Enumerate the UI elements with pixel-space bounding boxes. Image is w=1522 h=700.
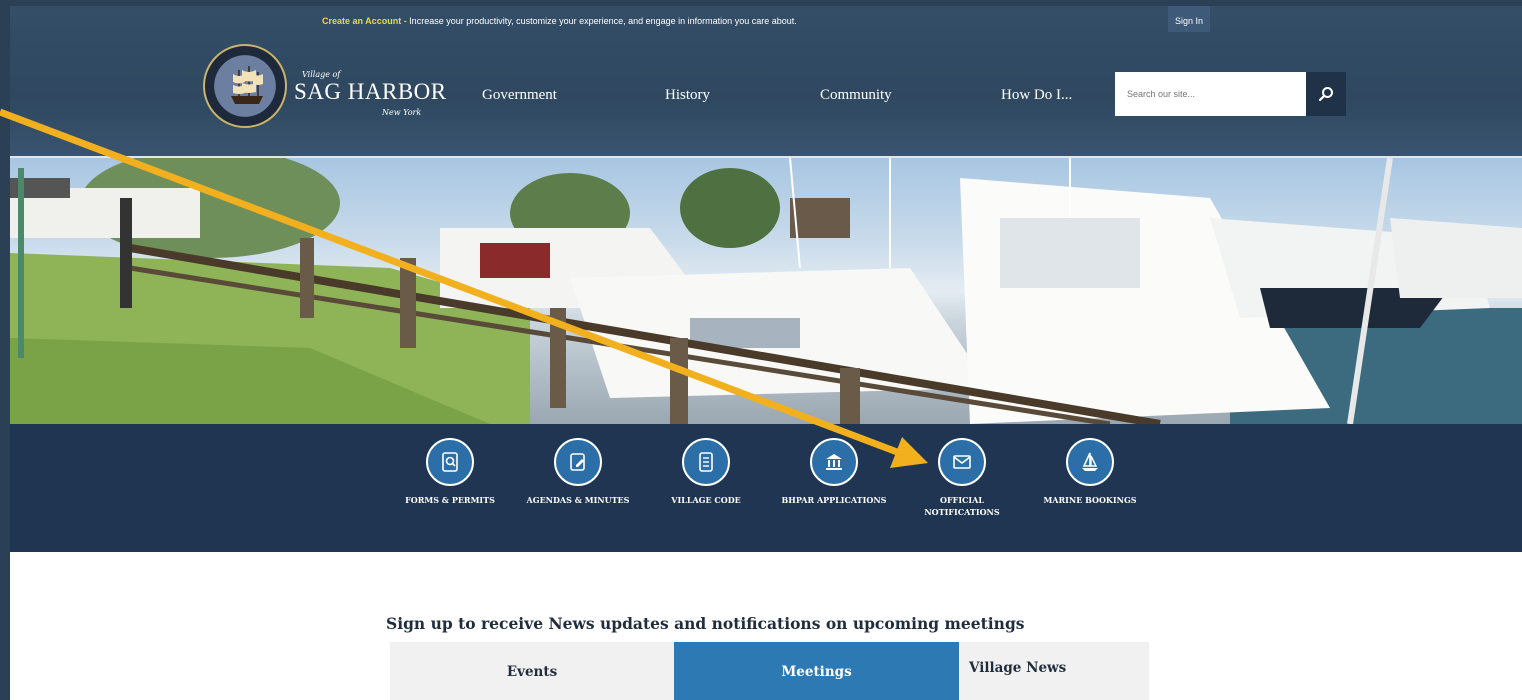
annotation-arrow [0, 108, 928, 468]
